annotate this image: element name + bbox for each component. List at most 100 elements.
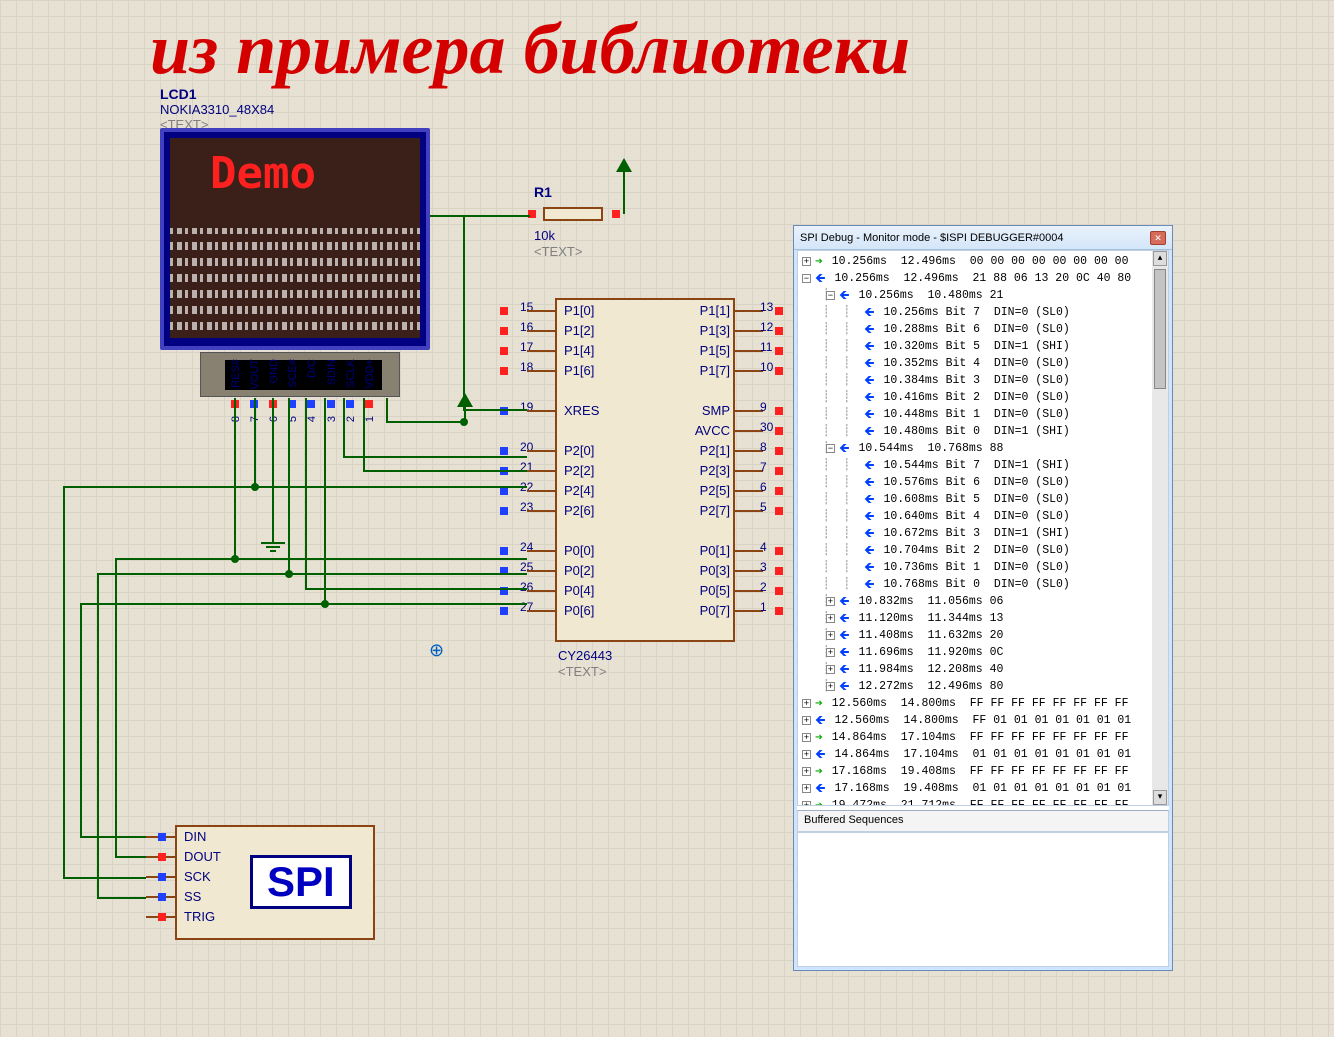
expand-icon[interactable]: +: [802, 733, 811, 742]
lcd-component[interactable]: Demo: [160, 128, 430, 350]
pin-stub: [735, 410, 763, 412]
debug-row[interactable]: ┊ ┊🡸 10.480ms Bit 0 DIN=1 (SHI): [802, 423, 1164, 440]
buffered-sequences-header[interactable]: Buffered Sequences: [797, 810, 1169, 832]
wire: [80, 836, 146, 838]
expand-icon[interactable]: +: [802, 750, 811, 759]
debug-row[interactable]: ┊+🡸 11.120ms 11.344ms 13: [802, 610, 1164, 627]
chip-pin-name: P0[1]: [700, 543, 730, 558]
lcd-ref[interactable]: LCD1: [160, 86, 197, 102]
scrollbar[interactable]: ▴ ▾: [1152, 251, 1168, 805]
expand-icon[interactable]: +: [802, 767, 811, 776]
window-titlebar[interactable]: SPI Debug - Monitor mode - $ISPI DEBUGGE…: [794, 226, 1172, 250]
pin-stub: [527, 490, 555, 492]
debug-row[interactable]: ┊ ┊🡸 10.288ms Bit 6 DIN=0 (SL0): [802, 321, 1164, 338]
debug-tree-pane[interactable]: +➔ 10.256ms 12.496ms 00 00 00 00 00 00 0…: [797, 250, 1169, 806]
collapse-icon[interactable]: −: [802, 274, 811, 283]
debug-text: 10.608ms Bit 5 DIN=0 (SL0): [877, 491, 1070, 508]
buffered-sequences-pane[interactable]: [797, 832, 1169, 967]
scroll-thumb[interactable]: [1154, 269, 1166, 389]
chip-part[interactable]: CY26443: [558, 648, 612, 663]
debug-row[interactable]: ┊ ┊🡸 10.352ms Bit 4 DIN=0 (SL0): [802, 355, 1164, 372]
chip-pin-number: 30: [760, 420, 773, 434]
wire: [80, 603, 527, 605]
mosi-arrow-icon: ➔: [815, 797, 823, 806]
expand-icon[interactable]: +: [802, 801, 811, 806]
debug-text: 10.640ms Bit 4 DIN=0 (SL0): [877, 508, 1070, 525]
pin-terminal: [500, 487, 508, 495]
resistor-value[interactable]: 10k: [534, 228, 555, 243]
debug-row[interactable]: ┊+🡸 10.832ms 11.056ms 06: [802, 593, 1164, 610]
close-icon[interactable]: ✕: [1150, 231, 1166, 245]
expand-icon[interactable]: +: [826, 614, 835, 623]
debug-row[interactable]: +🡸 12.560ms 14.800ms FF 01 01 01 01 01 0…: [802, 712, 1164, 729]
wire: [272, 398, 274, 533]
lcd-pin-label: SDIN: [326, 359, 338, 385]
debug-row[interactable]: ┊ ┊🡸 10.544ms Bit 7 DIN=1 (SHI): [802, 457, 1164, 474]
debug-row[interactable]: ┊+🡸 12.272ms 12.496ms 80: [802, 678, 1164, 695]
expand-icon[interactable]: +: [802, 716, 811, 725]
debug-row[interactable]: ┊ ┊🡸 10.736ms Bit 1 DIN=0 (SL0): [802, 559, 1164, 576]
debug-row[interactable]: ┊+🡸 11.696ms 11.920ms 0C: [802, 644, 1164, 661]
wire: [623, 172, 625, 214]
expand-icon[interactable]: +: [802, 784, 811, 793]
debug-row[interactable]: +🡸 17.168ms 19.408ms 01 01 01 01 01 01 0…: [802, 780, 1164, 797]
debug-row[interactable]: ┊ ┊🡸 10.320ms Bit 5 DIN=1 (SHI): [802, 338, 1164, 355]
debug-row[interactable]: ┊−🡸 10.544ms 10.768ms 88: [802, 440, 1164, 457]
miso-arrow-icon: 🡸: [839, 661, 850, 678]
expand-icon[interactable]: +: [802, 699, 811, 708]
debug-row[interactable]: ┊+🡸 11.984ms 12.208ms 40: [802, 661, 1164, 678]
miso-arrow-icon: 🡸: [815, 746, 826, 763]
debug-text: 11.120ms 11.344ms 13: [852, 610, 1004, 627]
debug-row[interactable]: +➔ 10.256ms 12.496ms 00 00 00 00 00 00 0…: [802, 253, 1164, 270]
debug-row[interactable]: +➔ 12.560ms 14.800ms FF FF FF FF FF FF F…: [802, 695, 1164, 712]
wire: [305, 398, 307, 590]
debug-text: 10.288ms Bit 6 DIN=0 (SL0): [877, 321, 1070, 338]
debug-row[interactable]: +➔ 19.472ms 21.712ms FF FF FF FF FF FF F…: [802, 797, 1164, 806]
resistor-body[interactable]: [543, 207, 603, 221]
pin-terminal: [775, 567, 783, 575]
expand-icon[interactable]: +: [826, 648, 835, 657]
debug-row[interactable]: ┊ ┊🡸 10.256ms Bit 7 DIN=0 (SL0): [802, 304, 1164, 321]
debug-row[interactable]: ┊ ┊🡸 10.704ms Bit 2 DIN=0 (SL0): [802, 542, 1164, 559]
debug-row[interactable]: +➔ 17.168ms 19.408ms FF FF FF FF FF FF F…: [802, 763, 1164, 780]
collapse-icon[interactable]: −: [826, 444, 835, 453]
lcd-noise: [170, 228, 420, 338]
debug-text: 10.768ms Bit 0 DIN=0 (SL0): [877, 576, 1070, 593]
pin-terminal: [500, 607, 508, 615]
scroll-down-icon[interactable]: ▾: [1153, 790, 1167, 805]
debug-row[interactable]: ┊ ┊🡸 10.768ms Bit 0 DIN=0 (SL0): [802, 576, 1164, 593]
expand-icon[interactable]: +: [826, 665, 835, 674]
debug-text: 14.864ms 17.104ms 01 01 01 01 01 01 01 0…: [828, 746, 1132, 763]
debug-row[interactable]: ┊ ┊🡸 10.448ms Bit 1 DIN=0 (SL0): [802, 406, 1164, 423]
debug-text: 12.560ms 14.800ms FF 01 01 01 01 01 01 0…: [828, 712, 1132, 729]
debug-row[interactable]: + 🡸 14.864ms 17.104ms 01 01 01 01 01 01 0…: [802, 746, 1164, 763]
debug-row[interactable]: ┊ ┊🡸 10.640ms Bit 4 DIN=0 (SL0): [802, 508, 1164, 525]
chip-pin-name: P1[1]: [700, 303, 730, 318]
debug-row[interactable]: +➔ 14.864ms 17.104ms FF FF FF FF FF FF F…: [802, 729, 1164, 746]
debug-row[interactable]: ┊ ┊🡸 10.576ms Bit 6 DIN=0 (SL0): [802, 474, 1164, 491]
miso-arrow-icon: 🡸: [839, 678, 850, 695]
miso-arrow-icon: 🡸: [864, 559, 875, 576]
collapse-icon[interactable]: −: [826, 291, 835, 300]
debug-row[interactable]: ┊−🡸 10.256ms 10.480ms 21: [802, 287, 1164, 304]
debug-row[interactable]: ┊ ┊🡸 10.608ms Bit 5 DIN=0 (SL0): [802, 491, 1164, 508]
chip-pin-number: 7: [760, 460, 767, 474]
miso-arrow-icon: 🡸: [864, 491, 875, 508]
spi-debug-window[interactable]: SPI Debug - Monitor mode - $ISPI DEBUGGE…: [793, 225, 1173, 971]
debug-row[interactable]: ┊ ┊🡸 10.384ms Bit 3 DIN=0 (SL0): [802, 372, 1164, 389]
expand-icon[interactable]: +: [826, 631, 835, 640]
wire: [463, 215, 465, 410]
resistor-ref[interactable]: R1: [534, 184, 552, 200]
scroll-up-icon[interactable]: ▴: [1153, 251, 1167, 266]
expand-icon[interactable]: +: [826, 597, 835, 606]
debug-row[interactable]: −🡸 10.256ms 12.496ms 21 88 06 13 20 0C 4…: [802, 270, 1164, 287]
expand-icon[interactable]: +: [802, 257, 811, 266]
debug-row[interactable]: ┊ ┊🡸 10.416ms Bit 2 DIN=0 (SL0): [802, 389, 1164, 406]
debug-row[interactable]: ┊+🡸 11.408ms 11.632ms 20: [802, 627, 1164, 644]
expand-icon[interactable]: +: [826, 682, 835, 691]
pin-terminal: [775, 607, 783, 615]
pin-stub: [735, 490, 763, 492]
debug-row[interactable]: ┊ ┊🡸 10.672ms Bit 3 DIN=1 (SHI): [802, 525, 1164, 542]
pin-terminal: [500, 507, 508, 515]
lcd-part[interactable]: NOKIA3310_48X84: [160, 102, 274, 117]
